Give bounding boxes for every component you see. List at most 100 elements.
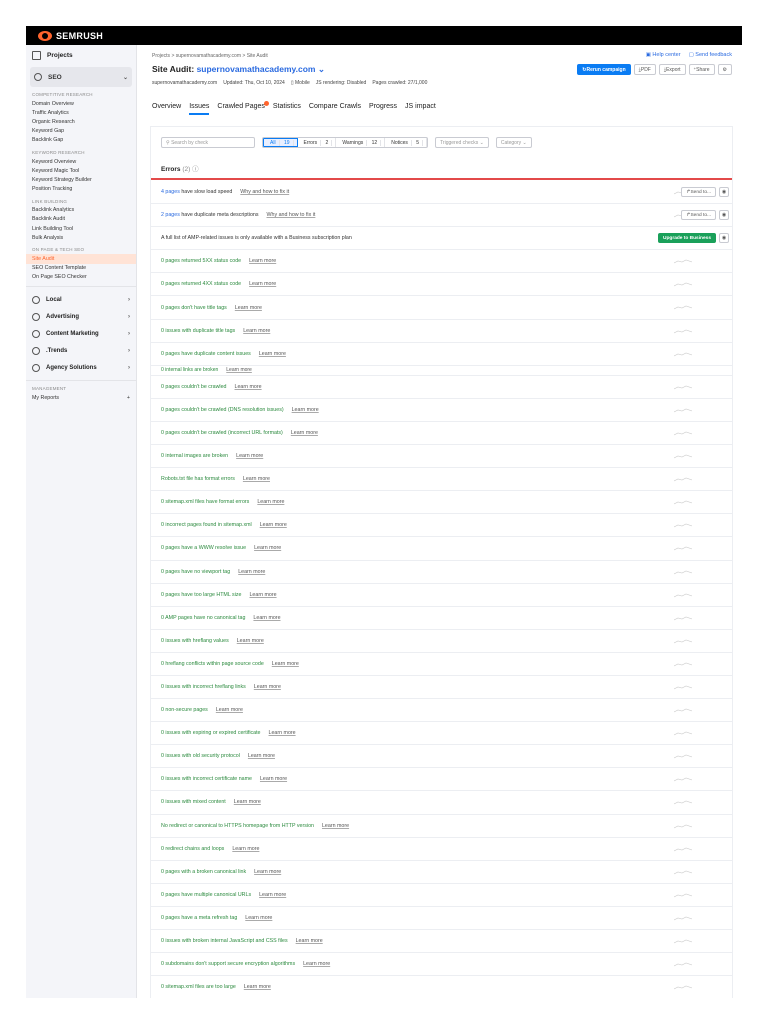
issue-text[interactable]: 0 pages returned 5XX status code: [161, 258, 241, 264]
issue-help-link[interactable]: Learn more: [249, 592, 276, 598]
info-icon[interactable]: ⓘ: [192, 166, 199, 173]
rerun-campaign-button[interactable]: ↻ Rerun campaign: [577, 64, 631, 75]
issue-help-link[interactable]: Learn more: [257, 499, 284, 505]
issue-help-link[interactable]: Learn more: [253, 615, 280, 621]
category-dropdown[interactable]: Category ⌄: [495, 137, 532, 148]
issue-text[interactable]: 0 sitemap.xml files have format errors: [161, 499, 249, 505]
issue-text[interactable]: 0 pages couldn't be crawled: [161, 384, 227, 390]
issue-help-link[interactable]: Why and how to fix it: [267, 212, 316, 218]
sidebar-seo[interactable]: SEO ⌄: [30, 67, 132, 87]
tab[interactable]: Progress: [369, 103, 397, 115]
issue-text[interactable]: No redirect or canonical to HTTPS homepa…: [161, 823, 314, 829]
sidebar-item[interactable]: Site Audit: [26, 254, 136, 264]
tab[interactable]: JS impact: [405, 103, 436, 115]
issue-text[interactable]: 0 hreflang conflicts within page source …: [161, 661, 264, 667]
issue-help-link[interactable]: Learn more: [235, 384, 262, 390]
issue-text[interactable]: 0 pages have no viewport tag: [161, 569, 230, 575]
filter-notices[interactable]: Notices 5: [385, 138, 428, 147]
issue-text[interactable]: 0 incorrect pages found in sitemap.xml: [161, 522, 252, 528]
issue-help-link[interactable]: Learn more: [322, 823, 349, 829]
sidebar-category[interactable]: Content Marketing ›: [26, 325, 136, 342]
sidebar-projects[interactable]: Projects: [26, 45, 136, 65]
breadcrumb-projects[interactable]: Projects: [152, 53, 170, 59]
search-input[interactable]: ⚲ Search by check: [161, 137, 255, 148]
issue-text[interactable]: 0 pages returned 4XX status code: [161, 281, 241, 287]
sidebar-item[interactable]: Organic Research: [26, 117, 136, 126]
issue-text[interactable]: 0 pages with a broken canonical link: [161, 869, 246, 875]
issue-help-link[interactable]: Learn more: [260, 522, 287, 528]
issue-text[interactable]: 0 pages don't have title tags: [161, 305, 227, 311]
issue-help-link[interactable]: Learn more: [291, 430, 318, 436]
sidebar-item-my-reports[interactable]: My Reports +: [26, 393, 136, 402]
sidebar-item[interactable]: Backlink Audit: [26, 215, 136, 224]
sidebar-item[interactable]: Keyword Overview: [26, 157, 136, 166]
issue-text[interactable]: 0 issues with old security protocol: [161, 753, 240, 759]
tab[interactable]: Issues: [189, 103, 210, 115]
filter-warnings[interactable]: Warnings 12: [336, 138, 386, 147]
sidebar-item[interactable]: Keyword Magic Tool: [26, 166, 136, 175]
issue-help-link[interactable]: Learn more: [303, 961, 330, 967]
issue-help-link[interactable]: Why and how to fix it: [240, 189, 289, 195]
issue-text[interactable]: 0 issues with incorrect certificate name: [161, 776, 252, 782]
tab[interactable]: Crawled Pages: [217, 101, 269, 115]
sidebar-item[interactable]: Backlink Analytics: [26, 206, 136, 215]
sidebar-category[interactable]: Agency Solutions ›: [26, 359, 136, 376]
issue-help-link[interactable]: Learn more: [243, 476, 270, 482]
issue-help-link[interactable]: Learn more: [269, 730, 296, 736]
send-feedback-link[interactable]: ▢ Send feedback: [689, 52, 732, 58]
issue-help-link[interactable]: Learn more: [226, 367, 252, 373]
eye-icon[interactable]: ◉: [719, 210, 729, 221]
issue-count-link[interactable]: 2 pages: [161, 212, 180, 218]
sidebar-category[interactable]: Advertising ›: [26, 308, 136, 325]
issue-help-link[interactable]: Learn more: [235, 305, 262, 311]
tab[interactable]: Compare Crawls: [309, 103, 361, 115]
sidebar-item[interactable]: SEO Content Template: [26, 264, 136, 273]
sidebar-item[interactable]: On Page SEO Checker: [26, 273, 136, 282]
tab[interactable]: Overview: [152, 103, 181, 115]
issue-help-link[interactable]: Learn more: [245, 915, 272, 921]
breadcrumb-domain[interactable]: supernovamathacademy.com: [176, 53, 241, 59]
issue-help-link[interactable]: Learn more: [248, 753, 275, 759]
eye-icon[interactable]: ◉: [719, 187, 729, 197]
issue-help-link[interactable]: Learn more: [237, 638, 264, 644]
issue-help-link[interactable]: Learn more: [238, 569, 265, 575]
plus-icon[interactable]: +: [127, 395, 130, 401]
tab[interactable]: Statistics: [273, 103, 301, 115]
issue-help-link[interactable]: Learn more: [272, 661, 299, 667]
issue-text[interactable]: 0 pages have too large HTML size: [161, 592, 241, 598]
upgrade-to-business-button[interactable]: Upgrade to Business: [658, 233, 716, 244]
semrush-logo[interactable]: SEMRUSH: [38, 30, 103, 41]
issue-text[interactable]: 0 subdomains don't support secure encryp…: [161, 961, 295, 967]
issue-text[interactable]: 0 issues with broken internal JavaScript…: [161, 938, 288, 944]
issue-text[interactable]: 0 issues with duplicate title tags: [161, 328, 235, 334]
pdf-button[interactable]: ⤓ PDF: [633, 64, 656, 75]
issue-text[interactable]: 0 issues with incorrect hreflang links: [161, 684, 246, 690]
send-to-button[interactable]: ↱ Send to...: [681, 210, 716, 221]
share-button[interactable]: ⁺ Share: [688, 64, 715, 75]
sidebar-item[interactable]: Domain Overview: [26, 99, 136, 108]
sidebar-item[interactable]: Keyword Strategy Builder: [26, 175, 136, 184]
project-domain-selector[interactable]: supernovamathacademy.com ⌄: [197, 64, 325, 74]
issue-help-link[interactable]: Learn more: [259, 892, 286, 898]
issue-help-link[interactable]: Learn more: [244, 984, 271, 990]
issue-help-link[interactable]: Learn more: [259, 351, 286, 357]
issue-text[interactable]: 0 pages couldn't be crawled (DNS resolut…: [161, 407, 284, 413]
issue-count-link[interactable]: 4 pages: [161, 189, 180, 195]
export-button[interactable]: ⤓ Export: [658, 64, 686, 75]
triggered-checks-dropdown[interactable]: Triggered checks ⌄: [435, 137, 489, 148]
settings-button[interactable]: ⚙: [717, 64, 732, 75]
issue-help-link[interactable]: Learn more: [296, 938, 323, 944]
issue-help-link[interactable]: Learn more: [249, 281, 276, 287]
sidebar-category[interactable]: .Trends ›: [26, 342, 136, 359]
help-center-link[interactable]: ▣ Help center: [646, 52, 681, 58]
sidebar-item[interactable]: Traffic Analytics: [26, 108, 136, 117]
issue-text[interactable]: 0 pages have multiple canonical URLs: [161, 892, 251, 898]
issue-text[interactable]: 0 issues with mixed content: [161, 799, 226, 805]
issue-text[interactable]: 0 internal links are broken: [161, 367, 218, 373]
issue-help-link[interactable]: Learn more: [254, 545, 281, 551]
issue-text[interactable]: 0 issues with hreflang values: [161, 638, 229, 644]
sidebar-item[interactable]: Backlink Gap: [26, 136, 136, 145]
issue-help-link[interactable]: Learn more: [243, 328, 270, 334]
issue-text[interactable]: 0 internal images are broken: [161, 453, 228, 459]
issue-help-link[interactable]: Learn more: [254, 684, 281, 690]
